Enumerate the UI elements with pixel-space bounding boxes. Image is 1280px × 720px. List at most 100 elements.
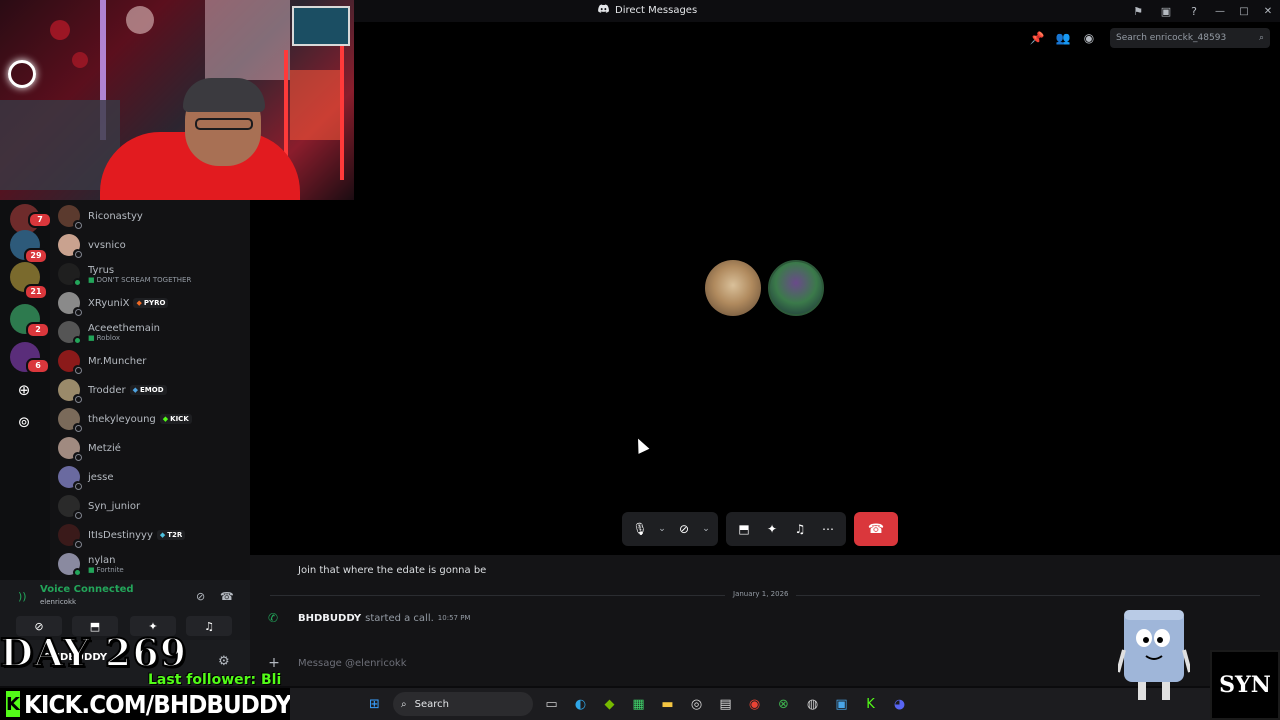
dm-item[interactable]: Trodder ◆ EMOD [58,376,246,404]
camera-options-chevron-icon[interactable]: ⌄ [698,515,714,543]
attach-plus-icon[interactable]: + [260,655,288,671]
inbox-icon[interactable]: ▣ [1152,0,1180,22]
dm-text: Trodder ◆ EMOD [88,385,167,396]
server-badge-3: 21 [24,284,48,300]
call-participant-dog-avatar[interactable] [705,260,761,316]
activities-icon[interactable]: ✦ [758,515,786,543]
dm-text: Riconastyy [88,211,143,222]
dm-item[interactable]: Riconastyy [58,202,246,230]
soundboard-icon[interactable]: ♫ [786,515,814,543]
chrome-icon[interactable]: ◉ [740,690,769,718]
game-icon[interactable]: ▦ [624,690,653,718]
message-text: Join that where the edate is gonna be [298,565,487,576]
dm-text: thekyleyoung ◆ KICK [88,414,192,425]
dm-activity: ■ Roblox [88,334,160,342]
dm-item[interactable]: Aceeethemain ■ Roblox [58,318,246,346]
dm-item[interactable]: ItIsDestinyyy ◆ T2R [58,521,246,549]
dm-text: XRyuniX ◆ PYRO [88,298,169,309]
dm-name-text: vvsnico [88,239,126,251]
guild-tag-icon: ◆ [132,386,138,394]
guild-tag: ◆ T2R [156,530,186,540]
dm-item[interactable]: nylan ■ Fortnite [58,550,246,578]
call-timestamp: 10:57 PM [437,614,471,622]
dm-name: Riconastyy [88,211,143,222]
dm-name-text: Syn_junior [88,500,141,512]
dm-item[interactable]: thekyleyoung ◆ KICK [58,405,246,433]
dm-item[interactable]: Tyrus ■ DON'T SCREAM TOGETHER [58,260,246,288]
status-indicator-icon [73,510,82,519]
mic-options-chevron-icon[interactable]: ⌄ [654,515,670,543]
dm-text: Metzié [88,443,121,454]
app-icon[interactable]: ▣ [827,690,856,718]
discord-icon [598,4,609,16]
dm-item[interactable]: Metzié [58,434,246,462]
gamepad-icon: ■ [88,565,95,574]
edge-icon[interactable]: ◐ [566,690,595,718]
steam-icon[interactable]: ◎ [682,690,711,718]
date-divider-text: January 1, 2026 [725,590,797,598]
close-button[interactable]: ✕ [1256,0,1280,22]
camera-off-icon[interactable]: ⊘ [670,515,698,543]
screen-share-icon[interactable]: ⬒ [730,515,758,543]
discord-app-icon[interactable]: ◕ [885,690,914,718]
status-indicator-icon [73,452,82,461]
explore-servers-icon[interactable]: ⊚ [12,410,36,434]
status-indicator-icon [73,481,82,490]
share-control-group: ⬒ ✦ ♫ ⋯ [726,512,846,546]
avatar [58,437,82,461]
dm-item[interactable]: XRyuniX ◆ PYRO [58,289,246,317]
soundboard-button[interactable]: ♫ [186,616,232,636]
dm-name: nylan [88,555,124,566]
add-friend-icon[interactable]: 👥 [1050,22,1076,54]
dm-item[interactable]: jesse [58,463,246,491]
pin-icon[interactable]: 📌 [1024,22,1050,54]
message-input[interactable]: + Message @elenricokk [260,651,1220,675]
call-username[interactable]: BHDBUDDY [298,613,361,624]
dm-name: Aceeethemain [88,323,160,334]
add-server-icon[interactable]: ⊕ [12,378,36,402]
avatar [58,524,82,548]
dm-name-text: ItIsDestinyyy [88,529,153,541]
dm-name-text: Tyrus [88,264,115,276]
day-counter: DAY 269 [0,630,188,675]
dm-item[interactable]: Mr.Muncher [58,347,246,375]
maximize-button[interactable]: □ [1232,0,1256,22]
task-view-icon[interactable]: ▭ [537,690,566,718]
search-icon: ⌕ [1258,33,1264,43]
search-input[interactable]: Search enricockk_48593 ⌕ [1110,28,1270,48]
dm-name: thekyleyoung ◆ KICK [88,414,192,425]
file-explorer-icon[interactable]: ▬ [653,690,682,718]
more-options-icon[interactable]: ⋯ [814,515,842,543]
avatar [58,408,82,432]
nvidia-icon[interactable]: ◆ [595,690,624,718]
store-icon[interactable]: ▤ [711,690,740,718]
status-indicator-icon [73,423,82,432]
search-placeholder: Search enricockk_48593 [1116,33,1227,43]
voice-channel[interactable]: elenricokk [40,598,76,606]
profile-icon[interactable]: ◉ [1076,22,1102,54]
dm-text: Aceeethemain ■ Roblox [88,323,160,342]
settings-gear-icon[interactable]: ⚙ [218,654,230,669]
taskbar-search[interactable]: ⌕ Search [393,692,533,716]
windows-start-icon[interactable]: ⊞ [360,690,389,718]
kick-icon[interactable]: K [856,690,885,718]
server-rail: 7 29 21 2 6 ⊕ ⊚ [0,200,52,580]
dm-item[interactable]: Syn_junior [58,492,246,520]
dm-name-text: Aceeethemain [88,322,161,334]
xbox-icon[interactable]: ⊗ [769,690,798,718]
disconnect-call-button[interactable]: ☎ [854,512,898,546]
avatar [58,466,82,490]
help-icon[interactable]: ? [1180,0,1208,22]
call-participant-frog-avatar[interactable] [768,260,824,316]
disconnect-icon[interactable]: ☎ [220,590,234,603]
dm-item[interactable]: vvsnico [58,231,246,259]
minimize-button[interactable]: — [1208,0,1232,22]
inbox-flag-icon[interactable]: ⚑ [1124,0,1152,22]
windows-taskbar: ⊞ ⌕ Search ▭ ◐ ◆ ▦ ▬ ◎ ▤ ◉ ⊗ ◍ ▣ K ◕ [290,688,1210,720]
noise-suppression-icon[interactable]: ⊘ [196,590,205,603]
obs-icon[interactable]: ◍ [798,690,827,718]
server-badge-1: 7 [28,212,52,228]
avatar [58,379,82,403]
microphone-icon[interactable]: 🎙 [626,515,654,543]
dm-activity: ■ Fortnite [88,566,124,574]
